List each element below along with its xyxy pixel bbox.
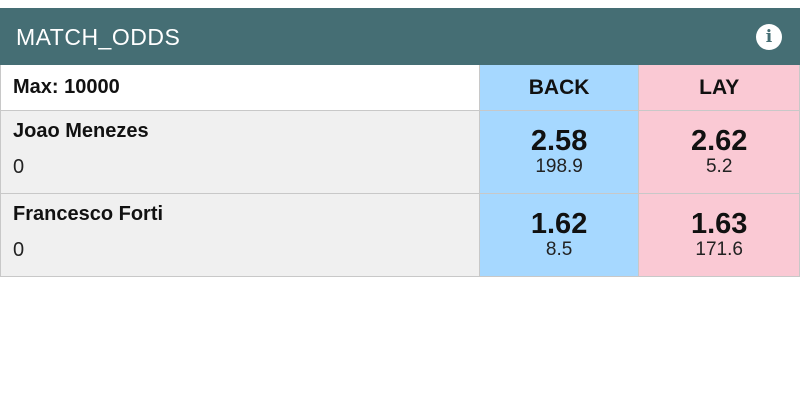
back-price: 1.62 xyxy=(530,208,588,240)
runner-position: 0 xyxy=(13,239,25,261)
lay-price: 1.63 xyxy=(690,208,748,240)
info-icon[interactable]: i xyxy=(756,23,782,50)
back-size: 198.9 xyxy=(535,156,583,177)
lay-size: 5.2 xyxy=(705,156,733,177)
runner-name: Joao Menezes xyxy=(13,120,149,142)
match-odds-market: MATCH_ODDS i Max: 10000 BACK LAY Joao Me… xyxy=(0,8,800,277)
lay-odds-button[interactable]: 2.62 5.2 xyxy=(639,111,799,193)
back-price: 2.58 xyxy=(530,125,588,157)
runner-row-francesco-forti: Francesco Forti 0 1.62 8.5 1.63 171.6 xyxy=(1,194,799,277)
market-title: MATCH_ODDS xyxy=(16,24,181,50)
market-header: MATCH_ODDS i xyxy=(0,8,800,65)
lay-odds-button[interactable]: 1.63 171.6 xyxy=(639,194,799,276)
runner-info: Francesco Forti 0 xyxy=(1,194,480,276)
runner-row-joao-menezes: Joao Menezes 0 2.58 198.9 2.62 5.2 xyxy=(1,111,799,194)
lay-price: 2.62 xyxy=(690,125,748,157)
back-size: 8.5 xyxy=(545,239,573,260)
back-odds-button[interactable]: 1.62 8.5 xyxy=(479,194,640,276)
runner-info: Joao Menezes 0 xyxy=(1,111,480,193)
max-stake-label: Max: 10000 xyxy=(1,65,480,110)
odds-table: Max: 10000 BACK LAY Joao Menezes 0 2.58 … xyxy=(0,65,800,277)
table-header-row: Max: 10000 BACK LAY xyxy=(1,65,799,111)
runner-position: 0 xyxy=(13,156,25,178)
back-odds-button[interactable]: 2.58 198.9 xyxy=(479,111,640,193)
runner-name: Francesco Forti xyxy=(13,203,164,225)
lay-size: 171.6 xyxy=(695,239,743,260)
back-column-header: BACK xyxy=(479,65,640,110)
lay-column-header: LAY xyxy=(639,65,799,110)
